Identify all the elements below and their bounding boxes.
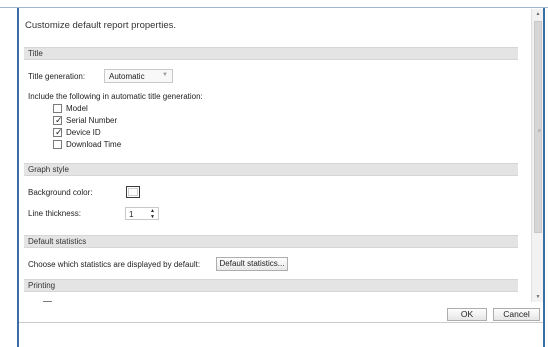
device-id-label: Device ID [66,128,101,137]
section-header-default-statistics: Default statistics [24,235,518,248]
section-header-title: Title [24,47,518,60]
model-checkbox[interactable] [53,104,62,113]
line-thickness-label: Line thickness: [28,209,81,218]
device-id-checkbox[interactable]: ✓ [53,127,63,137]
intro-text: Customize default report properties. [25,20,177,31]
checkmark-icon: ✓ [55,115,63,125]
default-statistics-button[interactable]: Default statistics... [216,257,288,271]
footer-divider [19,322,543,323]
vertical-scrollbar[interactable]: ▲ ≡ ▼ [531,9,543,302]
cancel-button[interactable]: Cancel [493,308,540,321]
section-graph-style-label: Graph style [28,165,69,174]
report-properties-dialog: Customize default report properties. Tit… [0,0,548,347]
scrollbar-thumb[interactable]: ≡ [534,21,542,233]
choose-statistics-label: Choose which statistics are displayed by… [28,260,201,269]
model-label: Model [66,104,88,113]
checkmark-icon: ✓ [55,127,63,137]
grip-icon: ≡ [538,128,541,134]
section-header-graph-style: Graph style [24,163,518,176]
title-generation-label: Title generation: [28,72,86,81]
chevron-down-icon: ▼ [162,72,168,78]
ok-button[interactable]: OK [447,308,487,321]
section-printing-label: Printing [28,281,56,290]
spin-down-icon[interactable]: ▼ [150,214,155,220]
background-color-swatch[interactable] [126,186,140,198]
line-thickness-value: 1 [129,210,134,219]
properties-scroll-area[interactable]: Customize default report properties. Tit… [19,9,531,302]
section-header-printing: Printing [24,279,518,292]
dialog-top-border [0,0,548,8]
download-time-label: Download Time [66,140,122,149]
section-default-statistics-label: Default statistics [28,237,87,246]
include-label: Include the following in automatic title… [28,92,203,101]
line-thickness-stepper[interactable]: 1 ▲ ▼ [125,207,159,220]
title-generation-value: Automatic [109,72,145,81]
scroll-up-icon[interactable]: ▲ [532,9,544,19]
serial-number-checkbox[interactable]: ✓ [53,115,63,125]
title-generation-select[interactable]: Automatic ▼ [104,69,173,83]
background-color-label: Background color: [28,188,93,197]
download-time-checkbox[interactable] [53,140,62,149]
section-title-label: Title [28,49,43,58]
printing-option-checkbox-partial[interactable] [43,301,52,302]
scroll-down-icon[interactable]: ▼ [532,292,544,302]
spin-arrows[interactable]: ▲ ▼ [150,208,155,220]
serial-number-label: Serial Number [66,116,118,125]
